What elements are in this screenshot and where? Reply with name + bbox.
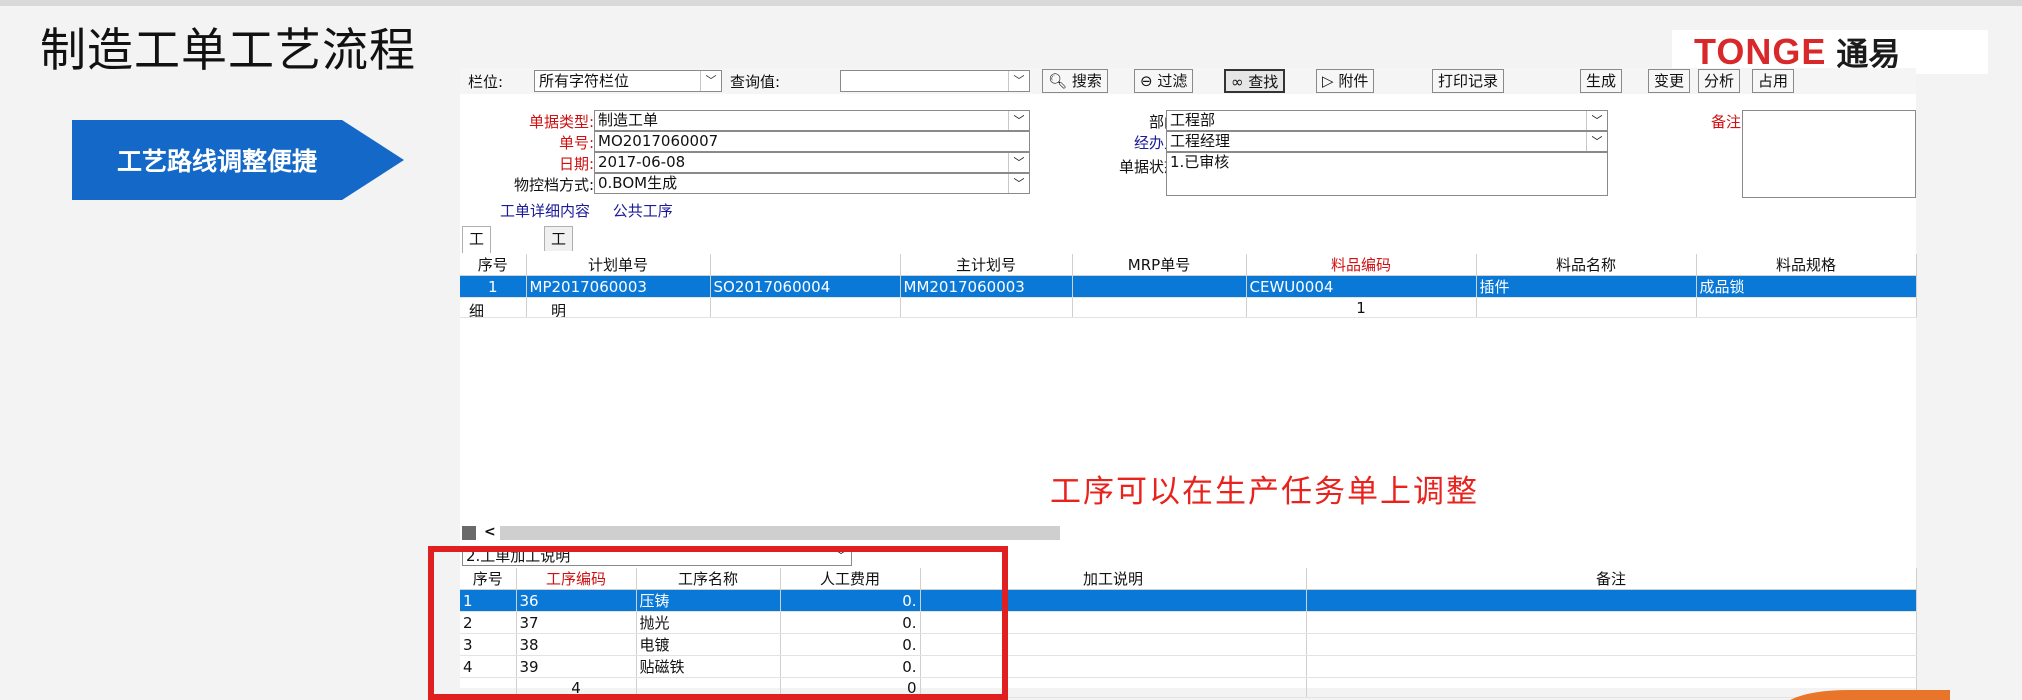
- search-icon: 🔍︎: [1048, 72, 1068, 90]
- attach-button[interactable]: ▷ 附件: [1316, 69, 1375, 93]
- cell-item-name[interactable]: 插件: [1476, 275, 1697, 298]
- chevron-down-icon[interactable]: ﹀: [1008, 174, 1029, 193]
- cell-remark[interactable]: [1306, 611, 1917, 634]
- detail-link[interactable]: 工单详细内容: [500, 202, 590, 220]
- doc-no-label: 单号:: [558, 134, 594, 152]
- cell-remark[interactable]: [1306, 589, 1917, 612]
- date-label: 日期:: [558, 155, 594, 173]
- callout-text: 工艺路线调整便捷: [116, 147, 317, 176]
- col-mrp-no[interactable]: MRP单号: [1072, 254, 1247, 276]
- status-label: 单据状态:: [1118, 158, 1184, 176]
- handler-select[interactable]: 工程经理 ﹀: [1166, 131, 1608, 152]
- chevron-down-icon[interactable]: ﹀: [1008, 153, 1029, 172]
- attach-label: 附件: [1338, 72, 1369, 90]
- search-button[interactable]: 🔍︎ 搜索: [1042, 69, 1108, 93]
- cell-remark[interactable]: [1306, 655, 1917, 678]
- search-label: 搜索: [1071, 72, 1102, 90]
- cell-item-spec[interactable]: 成品锁: [1696, 275, 1917, 298]
- change-button[interactable]: 变更: [1648, 69, 1691, 93]
- print-log-button[interactable]: 打印记录: [1432, 69, 1505, 93]
- dept-value: 工程部: [1170, 111, 1216, 129]
- col-master-plan[interactable]: 主计划号: [900, 254, 1073, 276]
- col-remark[interactable]: 备注: [1306, 568, 1917, 590]
- chevron-down-icon[interactable]: ﹀: [700, 71, 721, 91]
- col-item-code[interactable]: 料品编码: [1246, 254, 1477, 276]
- filter-icon: ⊖: [1140, 72, 1153, 90]
- cell-item-code[interactable]: CEWU0004: [1246, 275, 1477, 298]
- query-label: 查询值:: [730, 73, 781, 91]
- cell-seq[interactable]: 1: [460, 275, 527, 298]
- cell-remark[interactable]: [1306, 633, 1917, 656]
- find-button[interactable]: ∞ 查找: [1224, 69, 1286, 93]
- field-select-value: 所有字符栏位: [539, 72, 630, 90]
- generate-button[interactable]: 生成: [1580, 69, 1623, 93]
- scroll-thumb[interactable]: [500, 526, 1060, 540]
- doc-no-field[interactable]: MO2017060007: [594, 131, 1030, 152]
- binoculars-icon: ∞: [1231, 73, 1244, 91]
- control-label: 物控档方式:: [513, 176, 594, 194]
- field-select[interactable]: 所有字符栏位 ﹀: [534, 70, 722, 92]
- handler-value: 工程经理: [1170, 132, 1231, 150]
- logo-en: TONGE: [1694, 31, 1827, 72]
- remark-textarea[interactable]: [1742, 110, 1916, 198]
- doc-no-value: MO2017060007: [598, 132, 719, 150]
- status-value: 1.已审核: [1170, 153, 1230, 171]
- top-border: [0, 0, 2022, 6]
- status-field: 1.已审核: [1166, 152, 1608, 196]
- doc-type-select[interactable]: 制造工单 ﹀: [594, 110, 1030, 131]
- tab-work-detail[interactable]: 工单明细: [462, 226, 492, 320]
- handler-label: 经办人:: [1133, 134, 1184, 152]
- occupy-button[interactable]: 占用: [1752, 69, 1795, 93]
- col-plan-no[interactable]: 计划单号: [526, 254, 711, 276]
- date-value: 2017-06-08: [598, 153, 686, 171]
- dept-label: 部门:: [1054, 111, 1184, 132]
- find-label: 查找: [1248, 73, 1279, 91]
- detail-header-row: 序号 计划单号 主计划号 MRP单号 料品编码 料品名称 料品规格: [460, 254, 1917, 276]
- col-seq[interactable]: 序号: [460, 254, 527, 276]
- doc-type-label: 单据类型:: [528, 113, 594, 131]
- total-row: 1: [460, 297, 1917, 318]
- total-qty: 1: [1246, 297, 1477, 318]
- horizontal-scrollbar[interactable]: <: [460, 524, 1916, 542]
- corner-curve-icon: [1790, 690, 1950, 700]
- field-label: 栏位:: [468, 73, 504, 91]
- cell-plan-no[interactable]: MP2017060003: [526, 275, 711, 298]
- col-item-name[interactable]: 料品名称: [1476, 254, 1697, 276]
- chevron-down-icon[interactable]: ﹀: [1586, 132, 1607, 151]
- control-value: 0.BOM生成: [598, 174, 678, 192]
- form-links: 工单详细内容 公共工序: [500, 200, 691, 221]
- control-select[interactable]: 0.BOM生成 ﹀: [594, 173, 1030, 194]
- doc-type-value: 制造工单: [598, 111, 659, 129]
- detail-table: 序号 计划单号 主计划号 MRP单号 料品编码 料品名称 料品规格 1 MP20…: [460, 254, 1917, 318]
- chevron-left-icon[interactable]: <: [484, 524, 496, 540]
- cell-so-no[interactable]: SO2017060004: [710, 275, 901, 298]
- col-item-spec[interactable]: 料品规格: [1696, 254, 1917, 276]
- filter-label: 过滤: [1157, 72, 1188, 90]
- col-blank[interactable]: [710, 254, 901, 276]
- callout-arrow: 工艺路线调整便捷: [72, 120, 407, 200]
- dept-select[interactable]: 工程部 ﹀: [1166, 110, 1608, 131]
- chevron-down-icon[interactable]: ﹀: [1008, 111, 1029, 130]
- chevron-down-icon[interactable]: ﹀: [1586, 111, 1607, 130]
- analyze-button[interactable]: 分析: [1698, 69, 1741, 93]
- annotation-note: 工序可以在生产任务单上调整: [1050, 474, 1479, 510]
- public-process-link[interactable]: 公共工序: [613, 202, 673, 220]
- paperclip-icon: ▷: [1322, 72, 1334, 90]
- remark-label: 备注:: [1710, 113, 1746, 131]
- filter-button[interactable]: ⊖ 过滤: [1134, 69, 1194, 93]
- date-field[interactable]: 2017-06-08 ﹀: [594, 152, 1030, 173]
- cell-mrp-no[interactable]: [1072, 275, 1247, 298]
- highlight-box: [428, 546, 1008, 700]
- cell-master-plan[interactable]: MM2017060003: [900, 275, 1073, 298]
- query-toolbar: 栏位: 所有字符栏位 ﹀ 查询值: ﹀ 🔍︎ 搜索 ⊖ 过滤 ∞ 查找 ▷ 附件…: [460, 68, 1916, 94]
- tab-work-notes[interactable]: 工单说明: [544, 226, 574, 320]
- query-input[interactable]: ﹀: [840, 70, 1030, 92]
- table-row[interactable]: 1 MP2017060003 SO2017060004 MM2017060003…: [460, 275, 1917, 298]
- slide-title: 制造工单工艺流程: [40, 23, 416, 77]
- chevron-down-icon[interactable]: ﹀: [1008, 71, 1029, 91]
- scroll-square-icon: [462, 526, 476, 540]
